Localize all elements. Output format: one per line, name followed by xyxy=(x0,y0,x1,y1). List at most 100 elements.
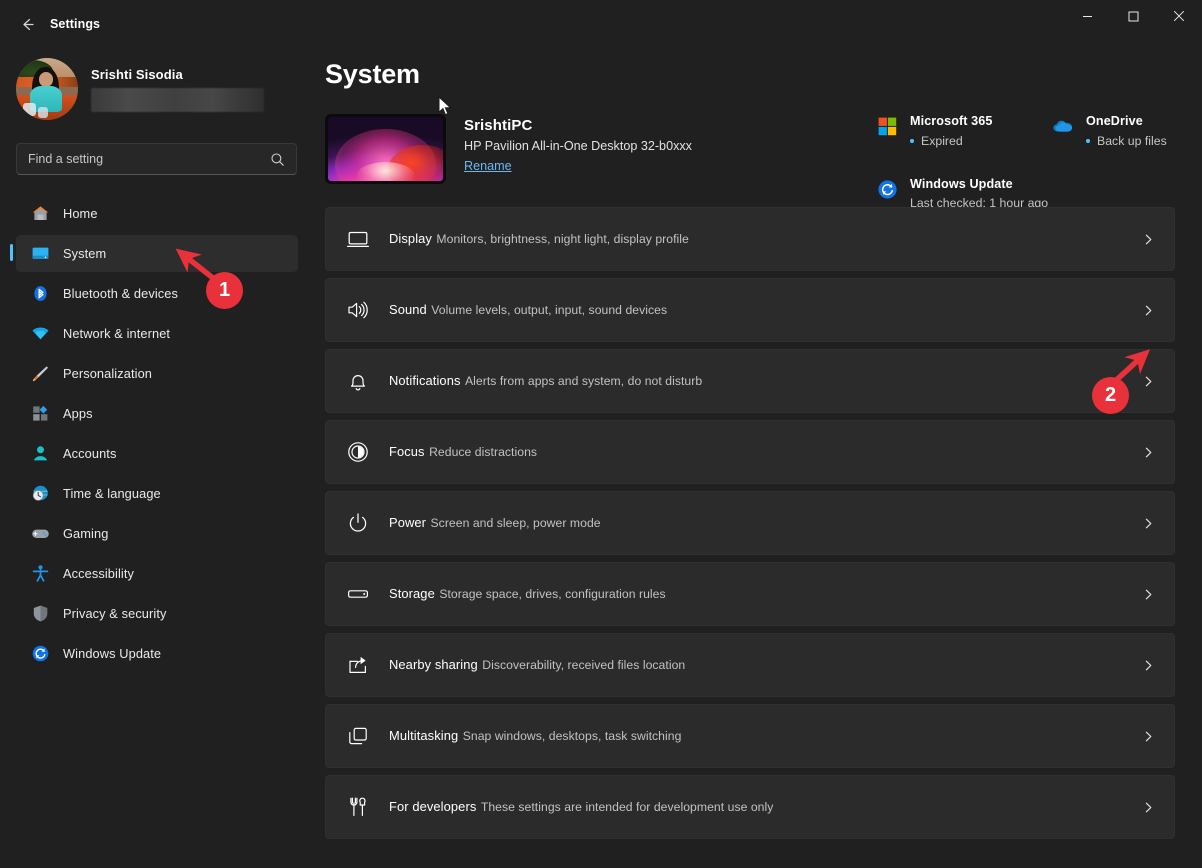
account-email-redacted xyxy=(91,87,264,112)
card-title: Nearby sharing xyxy=(389,657,478,672)
close-button[interactable] xyxy=(1156,0,1202,32)
sidebar: Srishti Sisodia Find a setting Home Syst… xyxy=(0,48,314,868)
speaker-icon xyxy=(345,297,371,323)
minimize-button[interactable] xyxy=(1064,0,1110,32)
windows-update-icon xyxy=(30,644,50,664)
card-title: Focus xyxy=(389,444,425,459)
sidebar-item-home[interactable]: Home xyxy=(16,195,298,232)
sidebar-item-accounts[interactable]: Accounts xyxy=(16,435,298,472)
chevron-right-icon[interactable] xyxy=(1142,375,1155,388)
account-header[interactable]: Srishti Sisodia xyxy=(16,55,314,123)
home-icon xyxy=(30,204,50,224)
card-multitasking[interactable]: Multitasking Snap windows, desktops, tas… xyxy=(325,704,1175,768)
back-button[interactable] xyxy=(9,8,45,40)
status-windows-update[interactable]: Windows Update Last checked: 1 hour ago xyxy=(876,175,1048,210)
status-microsoft-365[interactable]: Microsoft 365 Expired xyxy=(876,112,1052,148)
card-subtitle: Monitors, brightness, night light, displ… xyxy=(436,232,689,246)
person-icon xyxy=(30,444,50,464)
status-subtitle: Expired xyxy=(910,134,992,148)
annotation-badge-2: 2 xyxy=(1092,377,1129,414)
window-controls xyxy=(1064,0,1202,48)
monitor-icon xyxy=(345,226,371,252)
window-title: Settings xyxy=(50,17,101,31)
gamepad-icon xyxy=(30,524,50,544)
bluetooth-icon xyxy=(30,284,50,304)
sidebar-item-network-internet[interactable]: Network & internet xyxy=(16,315,298,352)
search-input[interactable] xyxy=(17,152,270,166)
card-title: Power xyxy=(389,515,427,530)
sidebar-item-label: Gaming xyxy=(63,526,109,541)
sidebar-item-windows-update[interactable]: Windows Update xyxy=(16,635,298,672)
sidebar-item-bluetooth-devices[interactable]: Bluetooth & devices xyxy=(16,275,298,312)
sidebar-item-personalization[interactable]: Personalization xyxy=(16,355,298,392)
sidebar-item-label: System xyxy=(63,246,107,261)
search-box[interactable] xyxy=(16,143,297,175)
chevron-right-icon[interactable] xyxy=(1142,446,1155,459)
sidebar-item-system[interactable]: System xyxy=(10,235,298,272)
card-nearby-sharing[interactable]: Nearby sharing Discoverability, received… xyxy=(325,633,1175,697)
page-title: System xyxy=(325,59,420,89)
card-subtitle: These settings are intended for developm… xyxy=(480,800,774,814)
share-icon xyxy=(345,652,371,678)
annotation-badge-1: 1 xyxy=(206,272,243,309)
sidebar-item-privacy-security[interactable]: Privacy & security xyxy=(16,595,298,632)
card-for-developers[interactable]: For developers These settings are intend… xyxy=(325,775,1175,839)
card-power[interactable]: Power Screen and sleep, power mode xyxy=(325,491,1175,555)
wifi-icon xyxy=(30,324,50,344)
sidebar-item-label: Home xyxy=(63,206,98,221)
card-subtitle: Alerts from apps and system, do not dist… xyxy=(464,374,703,388)
card-notifications[interactable]: Notifications Alerts from apps and syste… xyxy=(325,349,1175,413)
card-focus[interactable]: Focus Reduce distractions xyxy=(325,420,1175,484)
card-title: Display xyxy=(389,231,432,246)
chevron-right-icon[interactable] xyxy=(1142,801,1155,814)
card-subtitle: Screen and sleep, power mode xyxy=(430,516,601,530)
back-arrow-icon xyxy=(22,18,34,30)
rename-link[interactable]: Rename xyxy=(464,159,512,173)
shield-icon xyxy=(30,604,50,624)
status-cluster: Microsoft 365 Expired OneDrive Back up f… xyxy=(876,112,1196,210)
accessibility-icon xyxy=(30,564,50,584)
sidebar-nav: Home System Bluetooth & devices Network … xyxy=(0,195,314,672)
chevron-right-icon[interactable] xyxy=(1142,517,1155,530)
card-subtitle: Reduce distractions xyxy=(429,445,538,459)
card-title: Multitasking xyxy=(389,728,459,743)
avatar xyxy=(16,58,78,120)
sidebar-item-apps[interactable]: Apps xyxy=(16,395,298,432)
windows-bloom-wallpaper xyxy=(325,114,446,184)
chevron-right-icon[interactable] xyxy=(1142,659,1155,672)
card-title: Notifications xyxy=(389,373,461,388)
sidebar-item-label: Bluetooth & devices xyxy=(63,286,179,301)
close-icon xyxy=(1173,10,1185,22)
paintbrush-icon xyxy=(30,364,50,384)
card-subtitle: Snap windows, desktops, task switching xyxy=(462,729,682,743)
microsoft-365-icon xyxy=(876,115,898,137)
sidebar-item-time-language[interactable]: Time & language xyxy=(16,475,298,512)
device-model: HP Pavilion All-in-One Desktop 32-b0xxx xyxy=(464,139,692,153)
power-icon xyxy=(345,510,371,536)
chevron-right-icon[interactable] xyxy=(1142,233,1155,246)
title-bar: Settings xyxy=(0,0,1202,48)
chevron-right-icon[interactable] xyxy=(1142,730,1155,743)
card-display[interactable]: Display Monitors, brightness, night ligh… xyxy=(325,207,1175,271)
bell-icon xyxy=(345,368,371,394)
sidebar-item-label: Time & language xyxy=(63,486,161,501)
sidebar-item-label: Accessibility xyxy=(63,566,134,581)
status-dot xyxy=(1086,139,1090,143)
maximize-icon xyxy=(1128,11,1138,21)
card-subtitle: Storage space, drives, configuration rul… xyxy=(439,587,666,601)
status-dot xyxy=(910,139,914,143)
sidebar-item-gaming[interactable]: Gaming xyxy=(16,515,298,552)
card-chevron-sound[interactable] xyxy=(1142,304,1155,317)
maximize-button[interactable] xyxy=(1110,0,1156,32)
sidebar-item-label: Privacy & security xyxy=(63,606,167,621)
tools-icon xyxy=(345,794,371,820)
search-icon xyxy=(270,152,285,167)
onedrive-cloud-icon xyxy=(1052,115,1074,137)
sidebar-item-accessibility[interactable]: Accessibility xyxy=(16,555,298,592)
card-storage[interactable]: Storage Storage space, drives, configura… xyxy=(325,562,1175,626)
status-title: Microsoft 365 xyxy=(910,114,993,128)
chevron-right-icon[interactable] xyxy=(1142,588,1155,601)
card-sound[interactable]: Sound Volume levels, output, input, soun… xyxy=(325,278,1175,342)
status-onedrive[interactable]: OneDrive Back up files xyxy=(1052,112,1167,148)
sidebar-item-label: Apps xyxy=(63,406,93,421)
